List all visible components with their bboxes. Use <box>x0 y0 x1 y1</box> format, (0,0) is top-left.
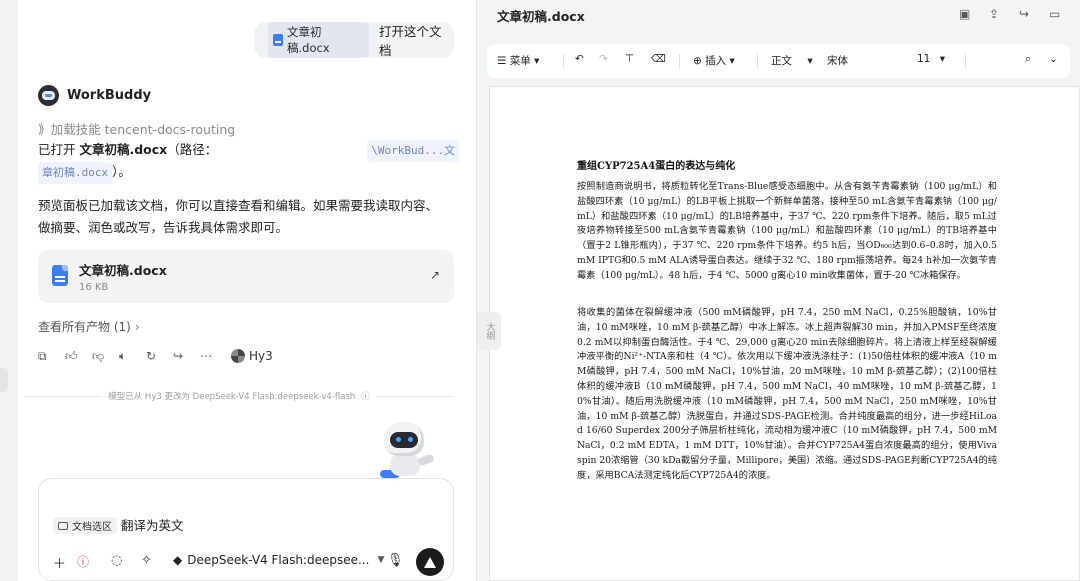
doc-selection-label: 文档选区 <box>72 522 112 533</box>
bot-message-line-2: 章初稿.docx）。 <box>38 161 131 184</box>
menu-button[interactable]: ☰ 菜单 ▾ <box>497 53 539 68</box>
add-icon[interactable]: ＋ <box>53 553 66 572</box>
menu-icon: ☰ <box>497 55 510 67</box>
bot-avatar <box>38 85 59 106</box>
msg-file-name: 文章初稿.docx <box>79 142 168 157</box>
loading-icon[interactable]: ◌ <box>111 553 122 568</box>
editor-toolbar: ☰ 菜单 ▾ ↶ ↷ ⊤ ⌫ ⊕ 插入 ▾ 正文 ▾ 宋体 11 ▾ ⌕ ⌄ <box>487 44 1070 78</box>
chat-pane: 文章初稿.docx 打开这个文档 WorkBuddy ⟫ 加载技能 tencen… <box>0 0 476 581</box>
paragraph-style-label: 正文 <box>771 55 792 67</box>
model-selector-label: DeepSeek-V4 Flash:deepsee... <box>187 553 370 567</box>
user-message-text: 打开这个文档 <box>379 24 442 58</box>
message-actions: ⧉ 👍︎ 👎︎ 🔈︎ ↻ ↪ ⋯ Hy3 <box>38 346 273 366</box>
document-title: 文章初稿.docx <box>497 9 585 24</box>
undo-icon[interactable]: ↶ <box>575 53 584 65</box>
insert-button[interactable]: ⊕ 插入 ▾ <box>693 53 735 68</box>
doc-icon <box>273 34 283 46</box>
bot-message-line-1: 已打开 文章初稿.docx（路径： \WorkBud...文 <box>38 139 460 162</box>
thumbs-down-icon[interactable]: 👎︎ <box>92 349 119 364</box>
insert-label: 插入 <box>705 55 727 67</box>
font-size-select[interactable]: 11 ▾ <box>917 53 945 65</box>
document-titlebar: 文章初稿.docx ▣ ⇪ ↪ ▭ <box>477 0 1080 34</box>
font-size-label: 11 <box>917 53 931 65</box>
skill-icon: ⟫ <box>38 121 45 136</box>
redo-icon[interactable]: ↷ <box>599 53 608 65</box>
skill-loaded-text: 加载技能 tencent-docs-routing <box>50 122 236 137</box>
chevron-down-icon[interactable]: ⌄ <box>1049 53 1058 65</box>
add-circle-icon: ⊕ <box>693 55 706 67</box>
sidebar-expand-handle[interactable] <box>0 368 8 392</box>
document-paragraph-1[interactable]: 按照制造商说明书，将质粒转化至Trans-Blue感受态细胞中。从含有氨苄青霉素… <box>577 180 997 284</box>
font-family-label: 宋体 <box>827 55 848 67</box>
msg-path-label: （路径： <box>167 142 218 157</box>
paragraph-style-select[interactable]: 正文 ▾ <box>771 53 813 68</box>
composer-input[interactable]: 翻译为英文 <box>121 515 184 534</box>
clear-format-icon[interactable]: ⌫ <box>651 53 666 65</box>
model-change-notice: 模型已从 Hy3 更改为 DeepSeek-V4 Flash:deepseek-… <box>24 389 455 403</box>
info-icon[interactable]: ⓘ <box>361 390 376 402</box>
view-all-products-text: 查看所有产物 (1) <box>38 320 131 334</box>
share-icon[interactable]: ↪ <box>1019 7 1029 21</box>
attached-file-name: 文章初稿.docx <box>286 25 330 55</box>
chat-composer[interactable]: 文档选区 翻译为英文 ＋ ⓘ ◌ ✧ ◆ DeepSeek-V4 Flash:d… <box>38 478 454 581</box>
view-all-products-link[interactable]: 查看所有产物 (1) › <box>38 318 140 335</box>
divider-line <box>375 395 455 397</box>
file-card-name: 文章初稿.docx <box>79 263 167 278</box>
share-icon[interactable]: ↪ <box>173 349 200 363</box>
menu-label: 菜单 <box>509 55 531 67</box>
bot-message-para-line-1: 预览面板已加载该文档，你可以直接查看和编辑。如果需要我读取内容、 <box>38 198 439 213</box>
model-change-text: 模型已从 Hy3 更改为 DeepSeek-V4 Flash:deepseek-… <box>108 392 356 402</box>
outline-toggle[interactable]: 大纲 <box>477 312 501 350</box>
path-code-part1[interactable]: \WorkBud...文 <box>367 140 460 162</box>
doc-selection-chip[interactable]: 文档选区 <box>53 517 117 534</box>
selection-icon <box>58 521 68 530</box>
alert-icon[interactable]: ⓘ <box>77 553 89 570</box>
docx-file-icon <box>52 265 68 286</box>
model-tag-label: Hy3 <box>249 349 273 363</box>
speaker-icon[interactable]: 🔈︎ <box>119 349 146 364</box>
regenerate-icon[interactable]: ↻ <box>146 349 173 363</box>
document-page[interactable]: 重组CYP725A4蛋白的表达与纯化 按照制造商说明书，将质粒转化至Trans-… <box>489 86 1080 581</box>
open-external-icon[interactable]: ↗ <box>430 268 440 282</box>
attached-file-chip[interactable]: 文章初稿.docx <box>268 22 370 58</box>
folder-icon[interactable]: ▭ <box>1049 7 1060 21</box>
document-paragraph-2[interactable]: 将收集的菌体在裂解缓冲液（500 mM磷酸钾，pH 7.4，250 mM NaC… <box>577 306 997 484</box>
file-card[interactable]: 文章初稿.docx 16 KB ↗ <box>38 250 454 303</box>
bot-header: WorkBuddy <box>38 85 151 106</box>
upload-icon[interactable]: ⇪ <box>989 7 999 21</box>
chevron-down-icon: ▼ <box>377 555 385 565</box>
path-code-part2[interactable]: 章初稿.docx <box>38 162 113 184</box>
skill-loaded-line[interactable]: ⟫ 加载技能 tencent-docs-routing <box>38 119 235 138</box>
robot-mascot <box>378 420 438 478</box>
thumbs-up-icon[interactable]: 👍︎ <box>65 349 92 364</box>
outline-label: 大纲 <box>484 322 495 340</box>
divider-line <box>24 395 103 397</box>
deepseek-icon: ◆ <box>173 553 183 567</box>
format-painter-icon[interactable]: ⊤ <box>625 53 634 65</box>
microphone-icon[interactable]: 🎙︎ <box>387 553 404 568</box>
copy-icon[interactable]: ⧉ <box>38 349 65 364</box>
send-button[interactable] <box>416 548 444 576</box>
model-tag[interactable]: Hy3 <box>231 349 273 363</box>
model-selector[interactable]: ◆ DeepSeek-V4 Flash:deepsee... ▼ <box>173 553 384 567</box>
user-message-bubble: 文章初稿.docx 打开这个文档 <box>254 22 454 58</box>
msg-prefix: 已打开 <box>38 142 80 157</box>
document-pane: 文章初稿.docx ▣ ⇪ ↪ ▭ ☰ 菜单 ▾ ↶ ↷ ⊤ ⌫ ⊕ 插入 ▾ … <box>477 0 1080 581</box>
msg-path-close: ）。 <box>112 164 131 179</box>
save-icon[interactable]: ▣ <box>959 7 970 21</box>
sparkle-icon[interactable]: ✧ <box>141 553 152 568</box>
font-family-select[interactable]: 宋体 <box>827 53 848 68</box>
search-icon[interactable]: ⌕ <box>1025 53 1031 66</box>
chevron-right-icon: › <box>134 320 140 334</box>
document-heading: 重组CYP725A4蛋白的表达与纯化 <box>577 161 736 172</box>
file-card-size: 16 KB <box>79 282 109 293</box>
bot-message-para-line-2: 做摘要、润色或改写，告诉我具体需求即可。 <box>38 220 289 235</box>
bot-name: WorkBuddy <box>67 88 152 103</box>
hy3-model-icon <box>231 349 245 363</box>
left-sidebar-strip <box>0 0 18 581</box>
more-icon[interactable]: ⋯ <box>200 349 227 363</box>
